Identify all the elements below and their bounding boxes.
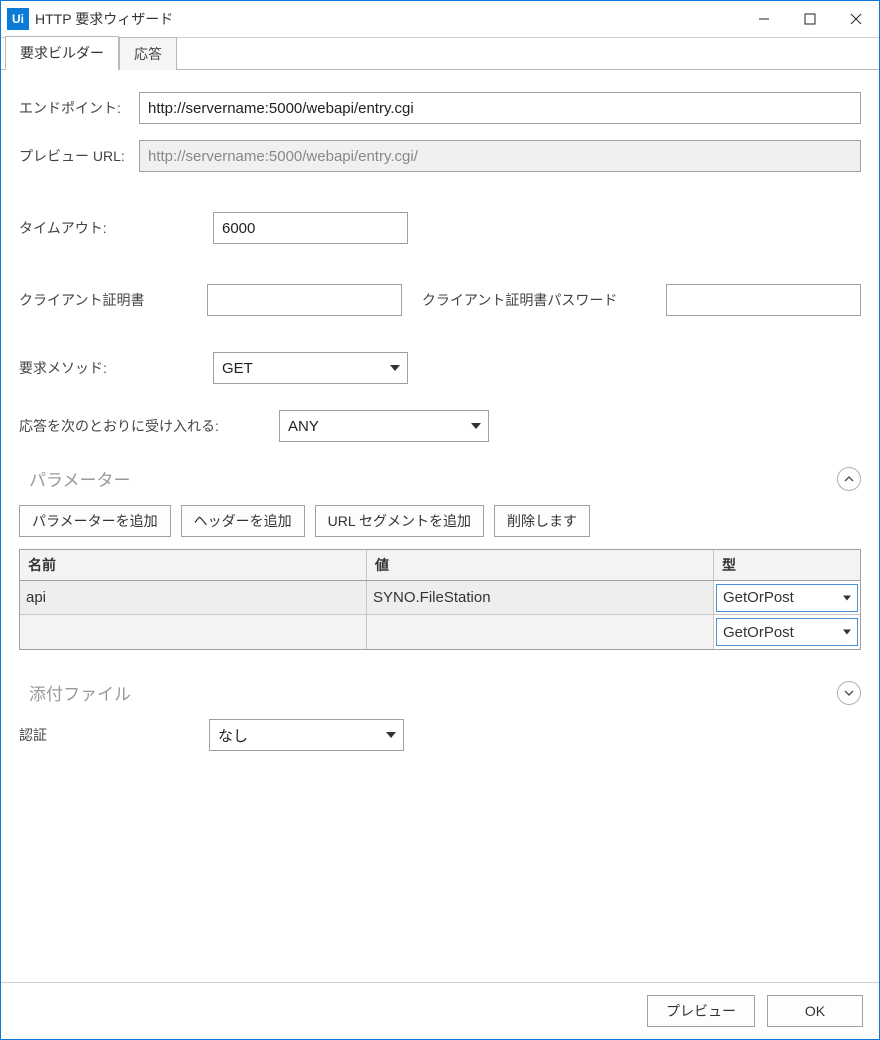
grid-row[interactable]: api SYNO.FileStation GetOrPost	[20, 581, 860, 615]
titlebar: Ui HTTP 要求ウィザード	[1, 1, 879, 37]
row-authentication: 認証 なし	[19, 719, 861, 751]
preview-url-input	[139, 140, 861, 172]
request-method-label: 要求メソッド:	[19, 358, 209, 378]
accept-response-select[interactable]: ANY	[279, 410, 489, 442]
auth-value: なし	[218, 725, 248, 746]
content-area: 要求ビルダー 応答 エンドポイント: プレビュー URL: タイムアウト:	[1, 37, 879, 1039]
chevron-up-icon	[843, 473, 855, 485]
endpoint-label: エンドポイント:	[19, 98, 139, 118]
parameters-grid: 名前 値 型 api SYNO.FileStation GetOrPost	[19, 549, 861, 650]
grid-cell-value[interactable]: SYNO.FileStation	[367, 581, 714, 614]
param-type-value: GetOrPost	[723, 624, 794, 641]
grid-cell-value[interactable]	[367, 615, 714, 649]
parameters-title: パラメーター	[19, 466, 837, 491]
tab-response[interactable]: 応答	[119, 37, 177, 70]
tab-request-builder[interactable]: 要求ビルダー	[5, 36, 119, 70]
row-accept-response: 応答を次のとおりに受け入れる: ANY	[19, 410, 861, 442]
request-method-value: GET	[222, 360, 253, 377]
collapse-parameters-button[interactable]	[837, 467, 861, 491]
timeout-input[interactable]	[213, 212, 408, 244]
row-preview-url: プレビュー URL:	[19, 140, 861, 172]
endpoint-input[interactable]	[139, 92, 861, 124]
app-icon: Ui	[7, 8, 29, 30]
client-cert-pw-label: クライアント証明書パスワード	[422, 290, 656, 310]
ok-button[interactable]: OK	[767, 995, 863, 1027]
accept-response-label: 応答を次のとおりに受け入れる:	[19, 416, 279, 436]
row-timeout: タイムアウト:	[19, 212, 861, 244]
minimize-icon	[758, 13, 770, 25]
preview-button[interactable]: プレビュー	[647, 995, 755, 1027]
grid-header-type[interactable]: 型	[714, 550, 860, 580]
tab-body: エンドポイント: プレビュー URL: タイムアウト: クライアント証明書 クラ…	[1, 70, 879, 982]
client-cert-input[interactable]	[207, 284, 402, 316]
accept-response-value: ANY	[288, 418, 319, 435]
delete-button[interactable]: 削除します	[494, 505, 590, 537]
maximize-icon	[804, 13, 816, 25]
row-request-method: 要求メソッド: GET	[19, 352, 861, 384]
window-controls	[741, 1, 879, 37]
dialog-footer: プレビュー OK	[1, 982, 879, 1039]
tab-strip: 要求ビルダー 応答	[1, 38, 879, 70]
parameter-buttons: パラメーターを追加 ヘッダーを追加 URL セグメントを追加 削除します	[19, 505, 861, 537]
grid-cell-name[interactable]: api	[20, 581, 367, 614]
client-cert-pw-input[interactable]	[666, 284, 861, 316]
preview-url-label: プレビュー URL:	[19, 146, 139, 166]
http-request-wizard-window: Ui HTTP 要求ウィザード 要求ビルダー 応答 エンドポイント:	[0, 0, 880, 1040]
timeout-label: タイムアウト:	[19, 218, 139, 238]
grid-cell-name[interactable]	[20, 615, 367, 649]
auth-label: 認証	[19, 725, 209, 745]
minimize-button[interactable]	[741, 1, 787, 37]
window-title: HTTP 要求ウィザード	[35, 9, 741, 29]
auth-select[interactable]: なし	[209, 719, 404, 751]
param-type-value: GetOrPost	[723, 589, 794, 606]
chevron-down-icon	[843, 687, 855, 699]
chevron-down-icon	[843, 595, 851, 600]
section-attachments-header: 添付ファイル	[19, 680, 861, 705]
request-method-select[interactable]: GET	[213, 352, 408, 384]
add-parameter-button[interactable]: パラメーターを追加	[19, 505, 171, 537]
client-cert-label: クライアント証明書	[19, 290, 197, 310]
row-client-cert: クライアント証明書 クライアント証明書パスワード	[19, 284, 861, 316]
grid-row[interactable]: GetOrPost	[20, 615, 860, 649]
add-header-button[interactable]: ヘッダーを追加	[181, 505, 305, 537]
grid-header-value[interactable]: 値	[367, 550, 714, 580]
row-endpoint: エンドポイント:	[19, 92, 861, 124]
expand-attachments-button[interactable]	[837, 681, 861, 705]
grid-cell-type[interactable]: GetOrPost	[714, 581, 860, 614]
grid-header: 名前 値 型	[20, 550, 860, 581]
close-button[interactable]	[833, 1, 879, 37]
param-type-select[interactable]: GetOrPost	[716, 618, 858, 646]
param-type-select[interactable]: GetOrPost	[716, 584, 858, 612]
grid-header-name[interactable]: 名前	[20, 550, 367, 580]
chevron-down-icon	[843, 630, 851, 635]
attachments-title: 添付ファイル	[19, 680, 837, 705]
close-icon	[850, 13, 862, 25]
section-parameters-header: パラメーター	[19, 466, 861, 491]
grid-cell-type[interactable]: GetOrPost	[714, 615, 860, 649]
maximize-button[interactable]	[787, 1, 833, 37]
add-url-segment-button[interactable]: URL セグメントを追加	[315, 505, 484, 537]
